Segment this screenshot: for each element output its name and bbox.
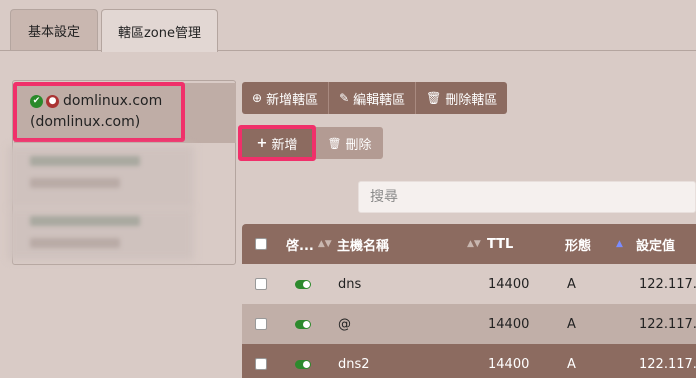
button-label: 新增轄區 <box>266 92 319 108</box>
blurred-text <box>30 178 120 188</box>
plus-icon: + <box>256 135 268 151</box>
delete-zone-button[interactable]: 🗑 刪除轄區 <box>416 82 508 114</box>
trash-icon: 🗑 <box>327 136 342 150</box>
column-type[interactable]: 形態 <box>565 224 591 264</box>
tab-basic-settings[interactable]: 基本設定 <box>10 9 98 51</box>
row-checkbox[interactable] <box>255 344 267 378</box>
cell-ttl: 14400 <box>488 356 530 372</box>
button-label: 刪除轄區 <box>445 92 498 108</box>
delete-record-button[interactable]: 🗑 刪除 <box>316 127 383 159</box>
select-all-checkbox[interactable] <box>255 224 267 264</box>
tab-zone-management[interactable]: 轄區zone管理 <box>101 9 218 52</box>
cell-ttl: 14400 <box>488 276 530 292</box>
edit-zone-button[interactable]: ✎ 編輯轄區 <box>329 82 417 114</box>
blurred-text <box>30 238 120 248</box>
column-value[interactable]: 設定值 <box>636 224 675 264</box>
search-box <box>358 181 696 213</box>
column-label: 啓... <box>286 238 314 254</box>
table-row[interactable]: dns 14400 A 122.117.8 <box>242 264 696 304</box>
column-host[interactable]: 主機名稱 <box>337 224 389 264</box>
column-label: 設定值 <box>636 238 676 254</box>
column-label: 形態 <box>565 238 592 254</box>
toggle-enabled[interactable] <box>295 264 311 304</box>
cell-host: dns <box>338 276 362 292</box>
highlight-box-zone <box>13 82 185 142</box>
row-checkbox[interactable] <box>255 304 267 344</box>
blurred-text <box>30 216 140 226</box>
search-input[interactable] <box>370 189 695 205</box>
cell-value: 122.117.8 <box>639 316 696 332</box>
cell-value: 122.117.8 <box>639 356 696 372</box>
cell-value: 122.117.8 <box>639 276 696 292</box>
table-header: 啓... ▲▼ 主機名稱 ▲▼ TTL 形態 ▲ 設定值 <box>242 224 696 264</box>
trash-icon: 🗑 <box>426 91 442 105</box>
button-label: 編輯轄區 <box>353 92 406 108</box>
sort-icon[interactable]: ▲▼ <box>463 224 481 264</box>
add-record-button[interactable]: + 新增 <box>238 125 316 161</box>
sort-asc-icon[interactable]: ▲ <box>612 224 623 264</box>
tab-divider-gap <box>102 50 217 51</box>
column-ttl[interactable]: TTL <box>487 224 513 264</box>
column-enabled[interactable]: 啓... ▲▼ <box>286 224 332 264</box>
cell-type: A <box>567 356 576 372</box>
cell-host: @ <box>338 316 351 332</box>
zone-toolbar: ⊕ 新增轄區 ✎ 編輯轄區 🗑 刪除轄區 <box>242 82 508 114</box>
button-label: 新增 <box>271 137 298 153</box>
sort-icon: ▲▼ <box>317 239 332 249</box>
cell-ttl: 14400 <box>488 316 530 332</box>
blurred-text <box>30 156 140 166</box>
table-row[interactable]: dns2 14400 A 122.117.8 <box>242 344 696 378</box>
toggle-enabled[interactable] <box>295 344 311 378</box>
plus-circle-icon: ⊕ <box>252 91 263 105</box>
column-label: 主機名稱 <box>337 238 390 254</box>
pencil-icon: ✎ <box>339 91 350 105</box>
cell-type: A <box>567 276 576 292</box>
tab-label: 轄區zone管理 <box>117 25 201 41</box>
cell-host: dns2 <box>338 356 370 372</box>
row-checkbox[interactable] <box>255 264 267 304</box>
cell-type: A <box>567 316 576 332</box>
toggle-enabled[interactable] <box>295 304 311 344</box>
column-label: TTL <box>487 236 514 252</box>
button-label: 刪除 <box>345 137 372 153</box>
add-zone-button[interactable]: ⊕ 新增轄區 <box>242 82 330 114</box>
tab-label: 基本設定 <box>27 25 80 40</box>
table-row[interactable]: @ 14400 A 122.117.8 <box>242 304 696 344</box>
